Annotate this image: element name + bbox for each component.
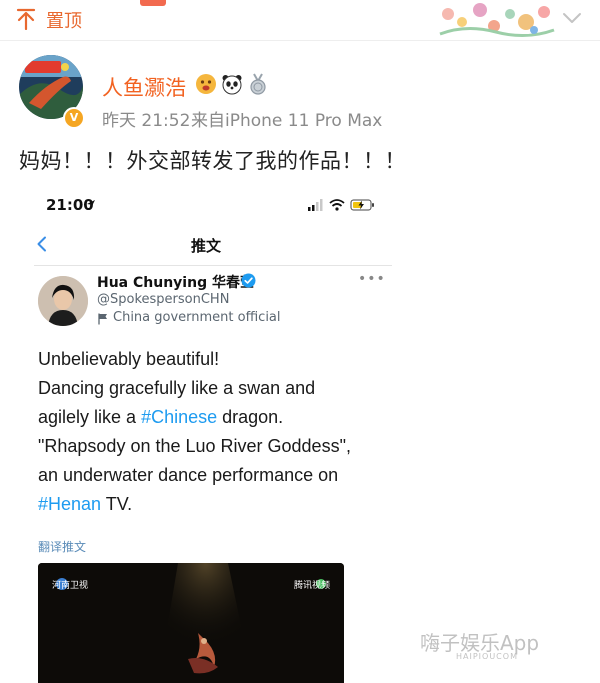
battery-icon [350,199,374,211]
hashtag-link[interactable]: #Chinese [141,407,217,427]
tweet-text-segment: Dancing gracefully like a swan and [38,378,316,398]
post-source: 来自iPhone 11 Pro Max [191,111,383,131]
tweet-text: Unbelievably beautiful! Dancing gracefull… [38,345,398,519]
tweet-line: "Rhapsody on the Luo River Goddess", [38,432,398,461]
tweet-author-handle[interactable]: @SpokespersonCHN [97,292,229,307]
tweet-line: Unbelievably beautiful! [38,345,398,374]
pinned-bar: 置顶 [0,0,600,40]
post-text: 妈妈！！！外交部转发了我的作品！！！ [19,149,406,173]
tweet-author-name[interactable]: Hua Chunying 华春莹 [97,272,254,292]
hashtag-link[interactable]: #Henan [38,494,101,514]
nav-divider [34,265,392,266]
decorative-floral-banner [439,3,555,37]
more-icon[interactable]: ••• [358,271,386,287]
verified-v-badge: V [63,107,85,129]
video-thumbnail[interactable]: 河南卫视 腾讯视频 [38,563,344,683]
tweet-author-affiliation: China government official [113,310,281,325]
video-platform-logo: 腾讯视频 [293,581,330,591]
header-divider [0,40,600,41]
author-badges [195,72,269,96]
tweet-text-segment: dragon. [217,407,284,427]
tweet-line: #Henan TV. [38,490,398,519]
tweet-line: agilely like a #Chinese dragon. [38,403,398,432]
tweet-text-segment: "Rhapsody on the Luo River Goddess", [38,436,351,456]
chevron-down-icon[interactable] [562,11,582,25]
verified-icon [241,273,256,288]
pinned-label: 置顶 [46,11,82,32]
location-arrow-icon [87,200,95,208]
notification-tab [140,0,166,6]
author-name[interactable]: 人鱼灏浩 [102,72,186,102]
back-chevron-icon[interactable] [36,236,48,252]
wifi-icon [329,199,345,211]
watermark-subtext: HAIPIOUCOM [456,652,518,661]
signal-icon [308,199,323,211]
pin-icon [16,8,36,30]
tweet-text-segment: agilely like a [38,407,142,427]
tweet-text-segment: TV. [101,494,133,514]
video-channel-logo: 河南卫视 [52,581,89,591]
flag-icon [98,313,107,325]
translate-tweet-link[interactable]: 翻译推文 [38,538,86,555]
tweet-text-segment: Unbelievably beautiful! [38,349,220,369]
post-time: 昨天 21:52 [102,111,191,131]
tweet-text-segment: an underwater dance performance on [38,465,339,485]
tweet-line: an underwater dance performance on [38,461,398,490]
status-icons [308,199,374,211]
panda-icon [222,75,242,95]
tweet-line: Dancing gracefully like a swan and [38,374,398,403]
medal-icon [250,73,266,95]
tweet-author-avatar[interactable] [38,276,88,326]
nav-title: 推文 [191,237,222,255]
face-badge-icon [196,74,216,94]
